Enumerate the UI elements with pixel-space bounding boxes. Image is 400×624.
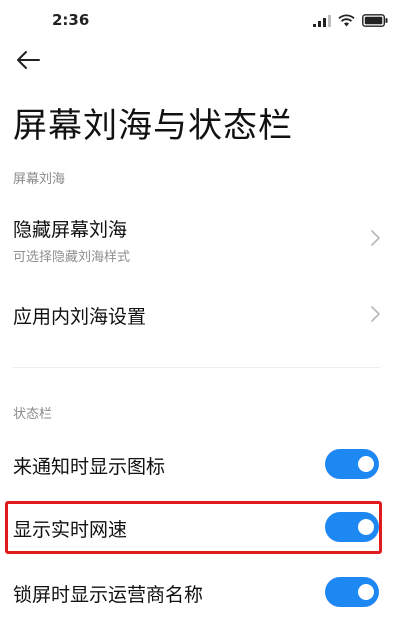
status-icons	[313, 12, 388, 31]
status-bar: 2:36	[0, 0, 400, 40]
toggle-knob	[358, 456, 374, 472]
back-button[interactable]	[10, 46, 46, 78]
highlight-box	[5, 501, 382, 554]
section-header-status-bar: 状态栏	[13, 407, 53, 422]
arrow-left-icon	[15, 50, 41, 74]
list-item-notification-icons[interactable]: 来通知时显示图标	[0, 442, 400, 486]
status-time: 2:36	[52, 11, 90, 29]
list-item-hide-notch[interactable]: 隐藏屏幕刘海 可选择隐藏刘海样式	[0, 210, 400, 270]
row-title: 应用内刘海设置	[13, 306, 147, 328]
signal-icon	[313, 12, 331, 31]
row-title: 锁屏时显示运营商名称	[13, 584, 204, 606]
row-title: 隐藏屏幕刘海	[13, 219, 128, 241]
list-item-in-app-notch[interactable]: 应用内刘海设置	[0, 292, 400, 336]
chevron-right-icon	[371, 230, 380, 250]
row-subtitle: 可选择隐藏刘海样式	[13, 250, 131, 265]
chevron-right-icon	[371, 306, 380, 326]
battery-icon	[362, 12, 388, 31]
wifi-icon	[338, 12, 355, 31]
divider	[13, 367, 380, 368]
carrier-name-toggle[interactable]	[325, 577, 379, 607]
row-title: 来通知时显示图标	[13, 456, 166, 478]
notification-icons-toggle[interactable]	[325, 449, 379, 479]
page-title: 屏幕刘海与状态栏	[13, 106, 293, 146]
list-item-carrier-name[interactable]: 锁屏时显示运营商名称	[0, 570, 400, 614]
toggle-knob	[358, 584, 374, 600]
section-header-notch: 屏幕刘海	[13, 172, 66, 187]
